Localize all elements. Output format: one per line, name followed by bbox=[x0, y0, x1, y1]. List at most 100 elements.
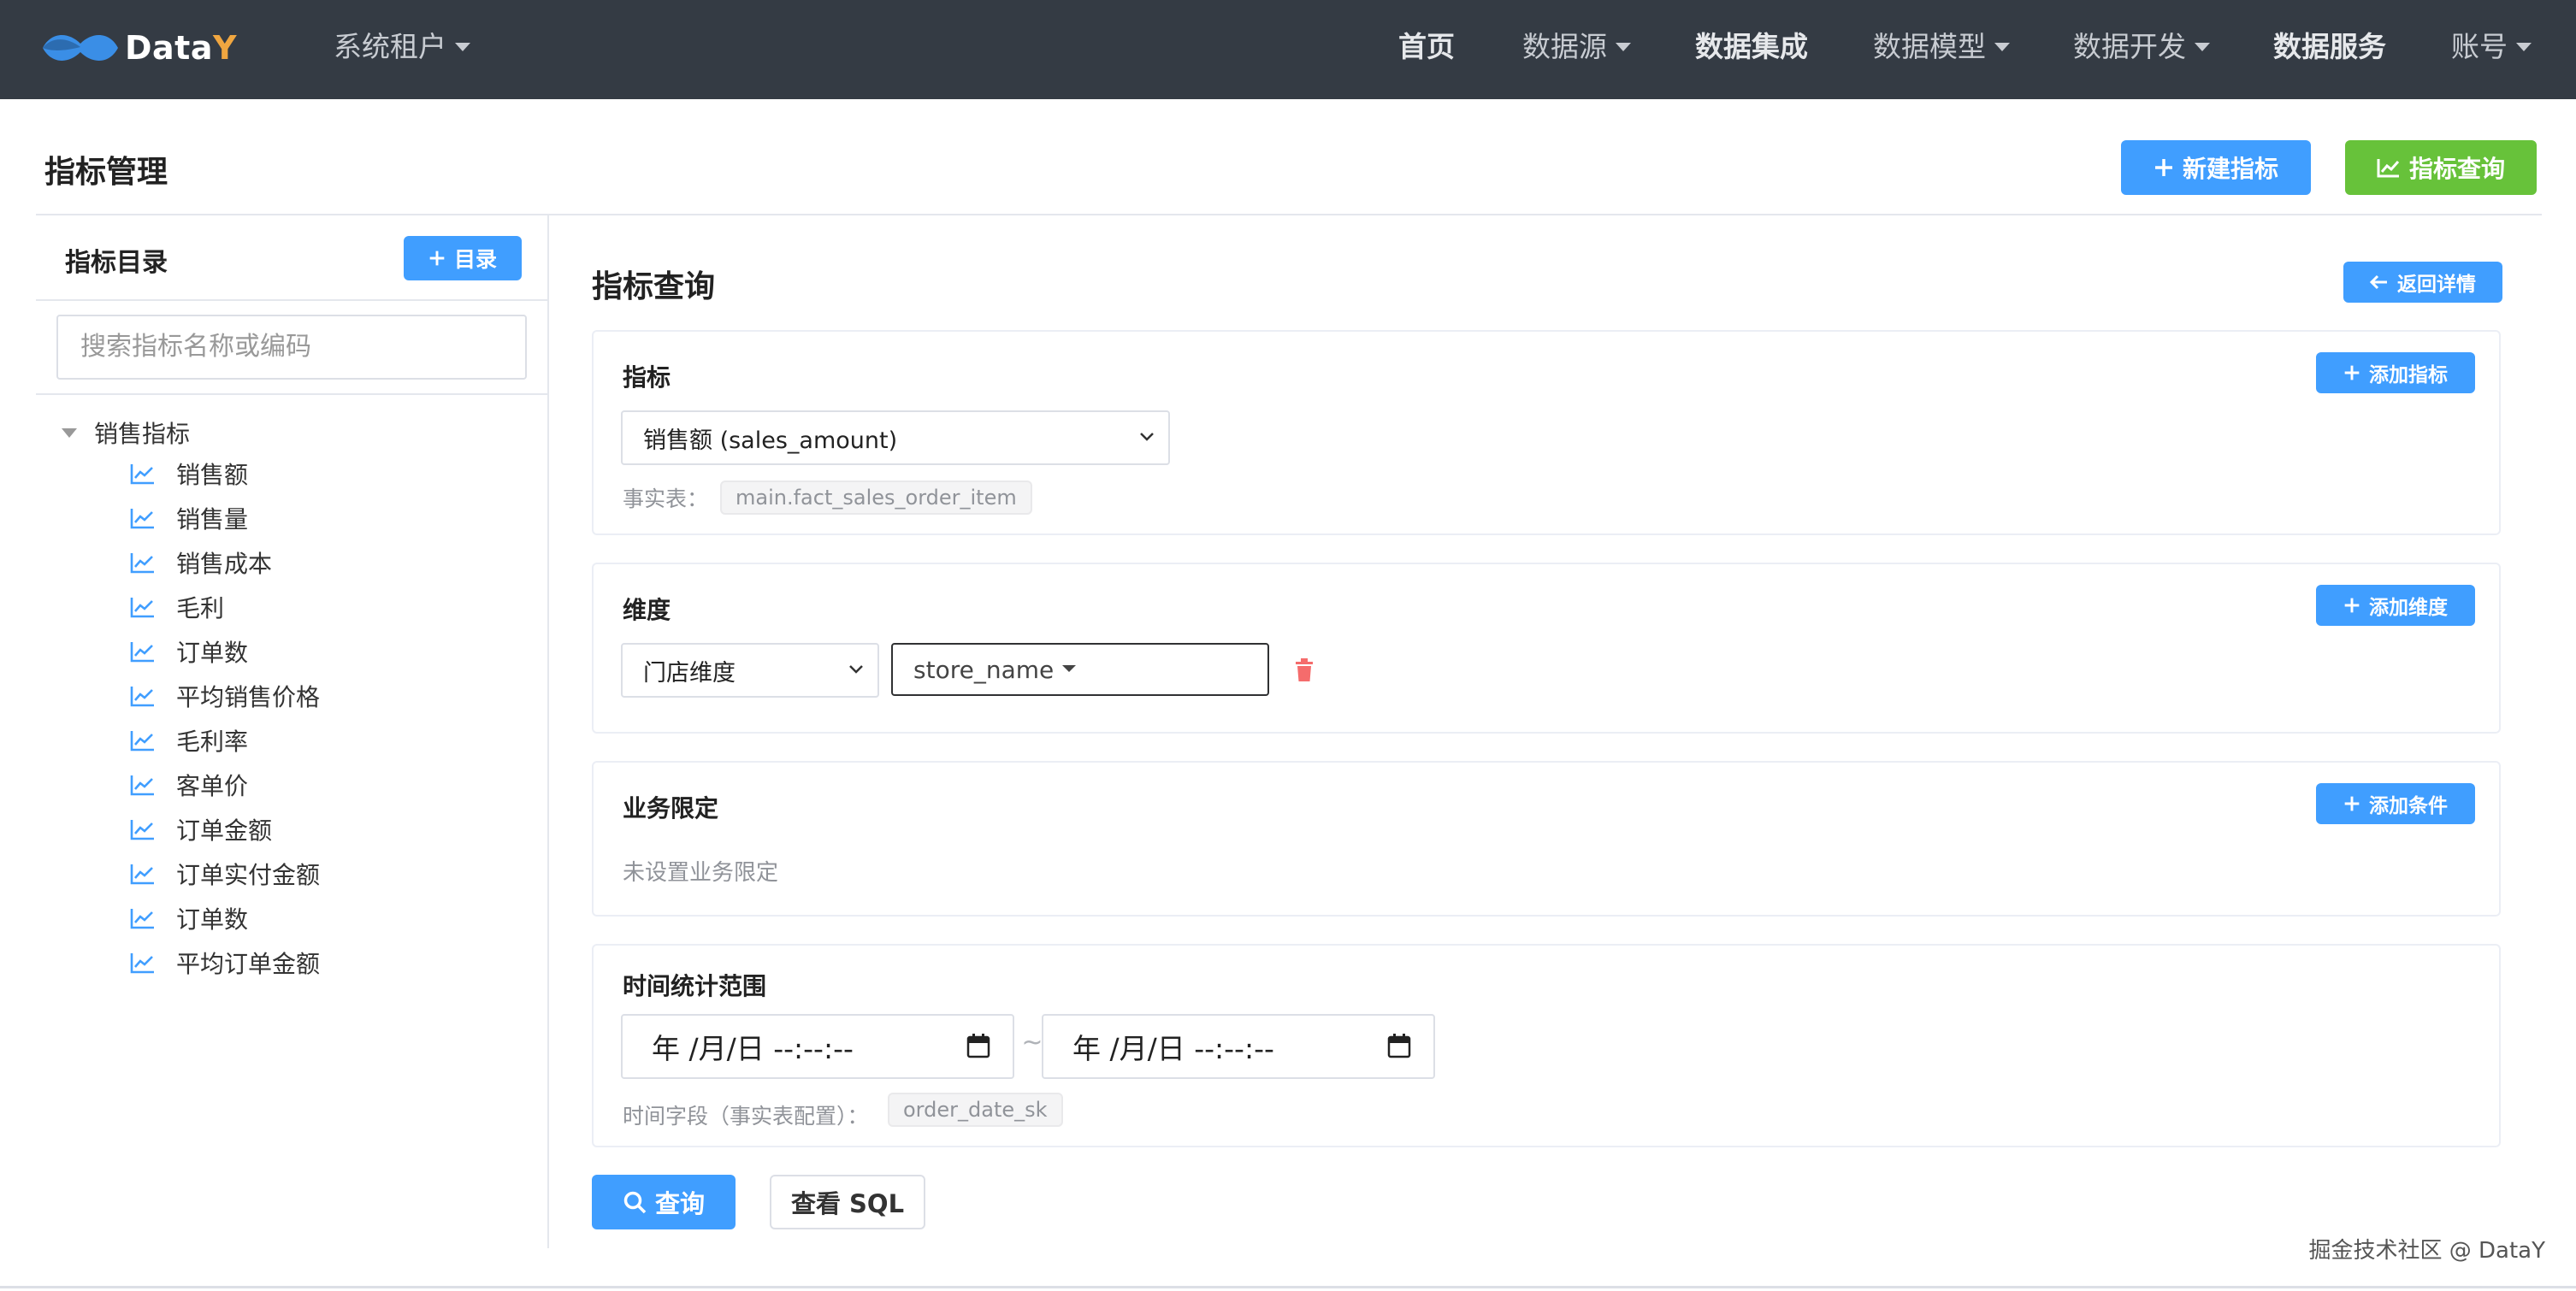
plus-icon bbox=[2343, 795, 2360, 812]
logo[interactable]: DataY bbox=[39, 24, 237, 72]
line-chart-icon bbox=[130, 598, 154, 618]
line-chart-icon bbox=[130, 731, 154, 752]
tree-node-sales-metrics[interactable]: 销售指标 bbox=[62, 416, 190, 450]
sidebar-title: 指标目录 bbox=[65, 248, 168, 278]
chevron-down-icon bbox=[1616, 42, 1631, 51]
add-condition-button[interactable]: 添加条件 bbox=[2316, 783, 2475, 824]
metric-search-input[interactable]: 搜索指标名称或编码 bbox=[56, 315, 527, 380]
sidebar-divider bbox=[547, 215, 549, 1248]
line-chart-icon bbox=[130, 642, 154, 663]
plus-icon bbox=[2154, 157, 2174, 178]
back-to-detail-button[interactable]: 返回详情 bbox=[2343, 262, 2502, 303]
line-chart-icon bbox=[130, 953, 154, 974]
tree-item-metric[interactable]: 平均销售价格 bbox=[130, 679, 320, 713]
nav-tenant-dropdown[interactable]: 系统租户 bbox=[334, 0, 470, 94]
logo-text: DataY bbox=[125, 29, 238, 67]
header-divider bbox=[36, 214, 2542, 215]
time-range-card: 时间统计范围 年 /月/日 --:--:-- ~ 年 /月/日 --:--:--… bbox=[592, 944, 2501, 1147]
tree-item-metric[interactable]: 平均订单金额 bbox=[130, 946, 320, 980]
time-card-title: 时间统计范围 bbox=[623, 972, 767, 1000]
add-catalog-button[interactable]: 目录 bbox=[404, 236, 522, 280]
tree-item-metric[interactable]: 毛利率 bbox=[130, 723, 248, 758]
add-metric-button[interactable]: 添加指标 bbox=[2316, 352, 2475, 393]
end-datetime-input[interactable]: 年 /月/日 --:--:-- bbox=[1042, 1014, 1435, 1079]
nav-item-development[interactable]: 数据开发 bbox=[2073, 0, 2210, 94]
tree-item-metric[interactable]: 订单数 bbox=[130, 901, 248, 935]
metric-select[interactable]: 销售额 (sales_amount) bbox=[621, 410, 1170, 465]
delete-dimension-icon[interactable] bbox=[1295, 658, 1314, 686]
tree-item-label: 毛利 bbox=[176, 594, 225, 622]
tree-item-metric[interactable]: 销售额 bbox=[130, 457, 248, 491]
tree-item-metric[interactable]: 订单金额 bbox=[130, 812, 272, 846]
nav-item-home[interactable]: 首页 bbox=[1398, 0, 1455, 94]
tree-item-metric[interactable]: 订单实付金额 bbox=[130, 857, 320, 891]
calendar-icon bbox=[966, 1034, 990, 1058]
view-sql-button[interactable]: 查看 SQL bbox=[770, 1175, 925, 1229]
tree-item-label: 销售量 bbox=[176, 505, 249, 533]
business-limit-card: 业务限定 添加条件 未设置业务限定 bbox=[592, 761, 2501, 917]
top-navbar: DataY 系统租户 首页 数据源 数据集成 数据模型 数据开发 数据服务 账号 bbox=[0, 0, 2576, 99]
line-chart-icon bbox=[130, 687, 154, 707]
chevron-down-icon bbox=[2195, 42, 2210, 51]
nav-item-datasource[interactable]: 数据源 bbox=[1522, 0, 1631, 94]
sidebar-title-divider bbox=[36, 299, 547, 301]
line-chart-icon bbox=[2377, 157, 2401, 178]
tree-item-label: 销售额 bbox=[176, 461, 249, 489]
tree-item-label: 毛利率 bbox=[176, 728, 249, 756]
tree-item-label: 销售成本 bbox=[176, 550, 273, 578]
plus-icon bbox=[2343, 597, 2360, 614]
search-icon bbox=[623, 1190, 647, 1214]
tree-item-label: 平均订单金额 bbox=[176, 950, 321, 978]
chevron-down-icon bbox=[455, 42, 470, 51]
line-chart-icon bbox=[130, 820, 154, 840]
watermark: 掘金技术社区 @ DataY bbox=[2308, 1238, 2546, 1264]
logo-icon bbox=[43, 35, 118, 61]
fact-table-tag: main.fact_sales_order_item bbox=[720, 480, 1032, 515]
dimension-field-dropdown[interactable]: store_name bbox=[891, 643, 1269, 696]
chevron-down-icon bbox=[2516, 42, 2532, 51]
line-chart-icon bbox=[130, 464, 154, 485]
tree-item-metric[interactable]: 销售量 bbox=[130, 501, 248, 535]
plus-icon bbox=[428, 250, 446, 267]
start-datetime-input[interactable]: 年 /月/日 --:--:-- bbox=[621, 1014, 1014, 1079]
nav-item-integration[interactable]: 数据集成 bbox=[1695, 0, 1808, 94]
nav-item-model[interactable]: 数据模型 bbox=[1873, 0, 2010, 94]
calendar-icon bbox=[1387, 1034, 1411, 1058]
nav-item-account[interactable]: 账号 bbox=[2451, 0, 2532, 94]
new-metric-button[interactable]: 新建指标 bbox=[2121, 140, 2311, 195]
line-chart-icon bbox=[130, 775, 154, 796]
tree-item-metric[interactable]: 销售成本 bbox=[130, 545, 272, 580]
metric-card: 指标 添加指标 销售额 (sales_amount) 事实表： main.fac… bbox=[592, 330, 2501, 535]
dimension-select[interactable]: 门店维度 bbox=[621, 643, 879, 698]
dimension-card-title: 维度 bbox=[623, 596, 671, 624]
tree-item-label: 订单数 bbox=[176, 905, 249, 934]
line-chart-icon bbox=[130, 909, 154, 929]
metric-card-title: 指标 bbox=[623, 363, 671, 392]
chevron-down-icon bbox=[849, 665, 863, 674]
line-chart-icon bbox=[130, 509, 154, 529]
tree-item-label: 客单价 bbox=[176, 772, 249, 800]
tree-item-metric[interactable]: 毛利 bbox=[130, 590, 224, 624]
tree-item-label: 订单金额 bbox=[176, 816, 273, 845]
caret-down-icon bbox=[1062, 665, 1077, 672]
time-field-tag: order_date_sk bbox=[888, 1093, 1063, 1127]
plus-icon bbox=[2343, 364, 2360, 381]
query-button[interactable]: 查询 bbox=[592, 1175, 736, 1229]
add-dimension-button[interactable]: 添加维度 bbox=[2316, 585, 2475, 626]
line-chart-icon bbox=[130, 864, 154, 885]
nav-item-service[interactable]: 数据服务 bbox=[2273, 0, 2386, 94]
tree-item-metric[interactable]: 订单数 bbox=[130, 634, 248, 669]
metric-query-button[interactable]: 指标查询 bbox=[2345, 140, 2537, 195]
page-title: 指标管理 bbox=[44, 155, 168, 190]
arrow-left-icon bbox=[2370, 274, 2389, 290]
footer-divider bbox=[0, 1286, 2576, 1288]
tree-item-metric[interactable]: 客单价 bbox=[130, 768, 248, 802]
business-card-title: 业务限定 bbox=[623, 794, 719, 822]
dimension-card: 维度 添加维度 门店维度 store_name bbox=[592, 563, 2501, 734]
chevron-down-icon bbox=[1140, 433, 1154, 441]
fact-table-label: 事实表： bbox=[623, 486, 709, 511]
caret-down-icon bbox=[62, 427, 77, 438]
business-empty-text: 未设置业务限定 bbox=[623, 860, 779, 886]
search-divider bbox=[36, 393, 547, 395]
tree-item-label: 订单实付金额 bbox=[176, 861, 321, 889]
